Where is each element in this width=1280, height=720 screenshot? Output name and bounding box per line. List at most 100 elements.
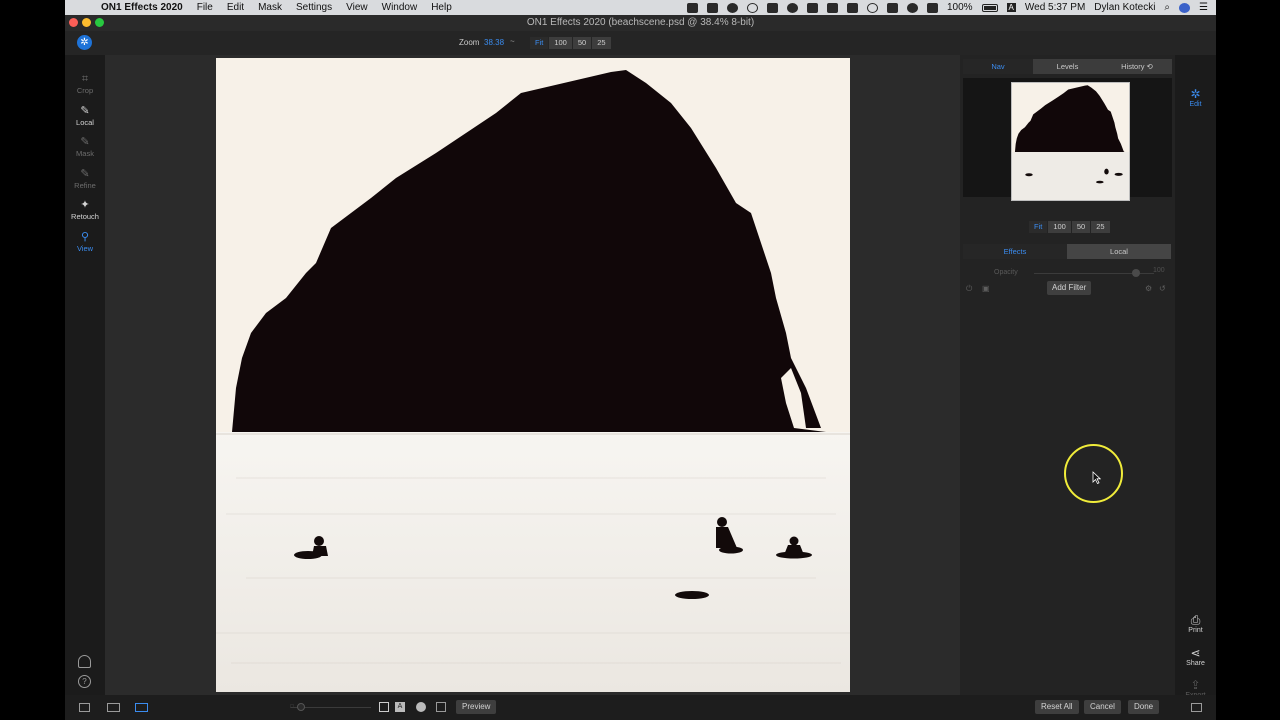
- zoom-window-button[interactable]: [95, 18, 104, 27]
- tab-effects[interactable]: Effects: [963, 244, 1067, 259]
- sync-icon[interactable]: [786, 2, 798, 13]
- on1-logo-icon[interactable]: ✲: [77, 35, 92, 50]
- nav-tabs: Nav Levels History ⟲: [963, 59, 1172, 74]
- minimize-window-button[interactable]: [82, 18, 91, 27]
- tool-mask[interactable]: ✎ Mask: [65, 136, 105, 158]
- tool-view[interactable]: ⚲ View: [65, 231, 105, 253]
- menu-mask[interactable]: Mask: [258, 2, 282, 13]
- siri-icon[interactable]: [1179, 2, 1191, 13]
- preview-button[interactable]: Preview: [456, 700, 497, 714]
- menu-help[interactable]: Help: [431, 2, 452, 13]
- power-icon[interactable]: ⏻: [966, 284, 972, 294]
- drive-icon[interactable]: [686, 2, 698, 13]
- tool-local-label: Local: [76, 118, 94, 127]
- battery-percent[interactable]: 100%: [947, 2, 973, 13]
- opacity-label: Opacity: [994, 269, 1018, 276]
- app-window: ON1 Effects 2020 (beachscene.psd @ 38.4%…: [65, 15, 1216, 720]
- tab-local[interactable]: Local: [1067, 244, 1171, 259]
- photo-beach-rock[interactable]: [216, 58, 850, 692]
- left-panel-toggle-icon[interactable]: [79, 703, 90, 712]
- right-panel-toggle-icon[interactable]: [1191, 703, 1202, 712]
- zoom-25-button[interactable]: 25: [592, 37, 611, 49]
- display-icon[interactable]: [706, 2, 718, 13]
- tool-mask-label: Mask: [76, 149, 94, 158]
- creative-cloud-icon[interactable]: [726, 2, 738, 13]
- title-bar: ON1 Effects 2020 (beachscene.psd @ 38.4%…: [65, 15, 1216, 31]
- reset-icon[interactable]: ↺: [1159, 284, 1166, 293]
- dropbox-icon[interactable]: [766, 2, 778, 13]
- image-canvas[interactable]: [105, 55, 960, 695]
- bottom-bar: □ A Preview Reset All Cancel Done: [65, 695, 1216, 720]
- cancel-button[interactable]: Cancel: [1084, 700, 1121, 714]
- module-share[interactable]: ⋖ Share: [1175, 646, 1216, 667]
- mask-overlay-icon[interactable]: [379, 702, 389, 712]
- zoom-dropdown-icon[interactable]: ~: [510, 37, 515, 46]
- battery-icon[interactable]: [981, 3, 998, 12]
- zoom-value[interactable]: 38.38: [484, 38, 504, 47]
- clock[interactable]: Wed 5:37 PM: [1025, 2, 1085, 13]
- status-area: 100% A Wed 5:37 PM Dylan Kotecki ⌕ ☰: [686, 2, 1216, 13]
- folder-icon[interactable]: [846, 2, 858, 13]
- zoom-100-button[interactable]: 100: [549, 37, 572, 49]
- menu-settings[interactable]: Settings: [296, 2, 332, 13]
- tab-nav[interactable]: Nav: [963, 59, 1033, 74]
- printer-icon: ⎙: [1190, 613, 1201, 627]
- record-icon[interactable]: [746, 2, 758, 13]
- filmstrip-view-icon[interactable]: [107, 703, 120, 712]
- tool-crop[interactable]: ⌗ Crop: [65, 73, 105, 95]
- volume-icon[interactable]: [926, 2, 938, 13]
- module-edit[interactable]: ✲ Edit: [1175, 87, 1216, 108]
- auto-mask-icon[interactable]: A: [395, 702, 405, 712]
- tool-retouch-label: Retouch: [71, 212, 99, 221]
- zoom-50-button[interactable]: 50: [572, 37, 592, 49]
- crop-icon: ⌗: [81, 73, 89, 85]
- preview-size-slider-knob[interactable]: [297, 703, 305, 711]
- done-button[interactable]: Done: [1128, 700, 1160, 714]
- refine-brush-icon: ✎: [80, 168, 90, 180]
- tool-retouch[interactable]: ✦ Retouch: [65, 199, 105, 221]
- tool-local[interactable]: ✎ Local: [65, 105, 105, 127]
- spotlight-icon[interactable]: ⌕: [1164, 2, 1170, 13]
- app-menu[interactable]: ON1 Effects 2020: [101, 2, 183, 13]
- menu-file[interactable]: File: [197, 2, 213, 13]
- nav-zoom-fit-button[interactable]: Fit: [1029, 221, 1048, 233]
- navigator-thumbnail[interactable]: [1011, 82, 1130, 201]
- opacity-slider-knob[interactable]: [1132, 269, 1140, 277]
- nav-zoom-50-button[interactable]: 50: [1071, 221, 1091, 233]
- user-name[interactable]: Dylan Kotecki: [1094, 2, 1155, 13]
- reset-all-button[interactable]: Reset All: [1035, 700, 1079, 714]
- help-icon[interactable]: ?: [78, 675, 91, 688]
- settings-icon[interactable]: ⚙: [1145, 284, 1152, 293]
- navigator-preview[interactable]: [963, 78, 1172, 201]
- retouch-icon: ✦: [80, 199, 90, 211]
- mask-mode-icon[interactable]: [416, 702, 426, 712]
- time-machine-icon[interactable]: [866, 2, 878, 13]
- close-window-button[interactable]: [69, 18, 78, 27]
- right-panel: Nav Levels History ⟲ Fit 100 50 25 Effec…: [960, 55, 1175, 695]
- module-print[interactable]: ⎙ Print: [1175, 613, 1216, 634]
- layer-tabs: Effects Local: [963, 244, 1171, 259]
- zoom-fit-button[interactable]: Fit: [530, 37, 549, 49]
- tab-levels[interactable]: Levels: [1033, 59, 1102, 74]
- pen-icon[interactable]: [806, 2, 818, 13]
- messages-icon[interactable]: [826, 2, 838, 13]
- nav-zoom-100-button[interactable]: 100: [1048, 221, 1071, 233]
- opacity-value[interactable]: 100: [1153, 267, 1165, 274]
- histogram-icon[interactable]: [436, 702, 446, 712]
- nav-zoom-25-button[interactable]: 25: [1091, 221, 1110, 233]
- mask-view-icon[interactable]: ▣: [982, 284, 990, 293]
- user-icon[interactable]: [78, 655, 91, 668]
- tab-history[interactable]: History ⟲: [1102, 59, 1172, 74]
- single-view-icon[interactable]: [135, 703, 148, 712]
- bluetooth-icon[interactable]: [886, 2, 898, 13]
- menu-view[interactable]: View: [346, 2, 368, 13]
- add-filter-button[interactable]: Add Filter: [1047, 281, 1092, 295]
- tool-refine[interactable]: ✎ Refine: [65, 168, 105, 190]
- menu-window[interactable]: Window: [382, 2, 418, 13]
- menu-edit[interactable]: Edit: [227, 2, 244, 13]
- module-selector: ✲ Edit ⎙ Print ⋖ Share ⇪ Export: [1175, 55, 1216, 699]
- input-source[interactable]: A: [1006, 3, 1016, 12]
- notification-center-icon[interactable]: ☰: [1199, 2, 1208, 13]
- wifi-icon[interactable]: [906, 2, 918, 13]
- module-edit-label: Edit: [1189, 101, 1202, 108]
